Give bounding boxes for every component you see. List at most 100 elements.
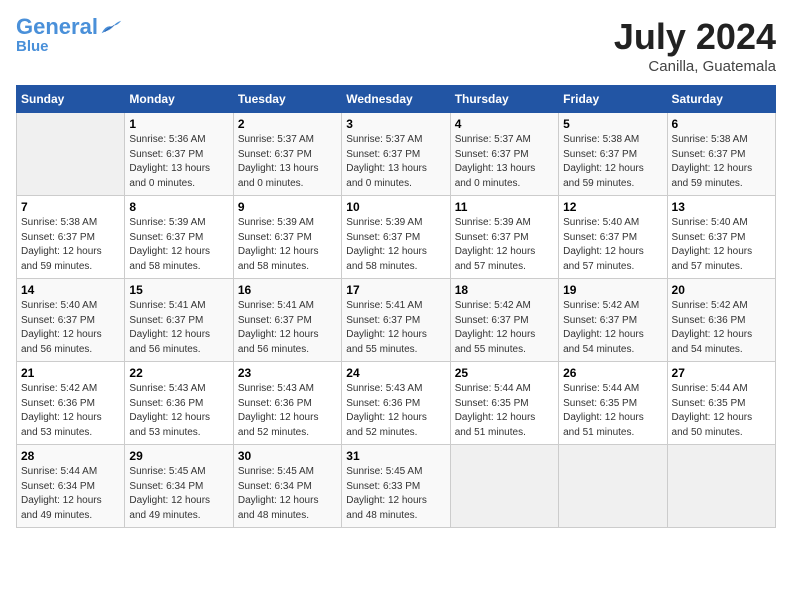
day-info: Sunrise: 5:40 AMSunset: 6:37 PMDaylight:… (672, 216, 771, 274)
calendar-cell: 20Sunrise: 5:42 AMSunset: 6:36 PMDayligh… (667, 279, 775, 362)
calendar-cell: 6 Sunrise: 5:38 AMSunset: 6:37 PMDaylight… (667, 113, 775, 196)
day-number: 22 (129, 366, 228, 380)
location-subtitle: Canilla, Guatemala (614, 58, 776, 75)
page-header: General Blue July 2024 Canilla, Guatemal… (16, 16, 776, 75)
day-info: Sunrise: 5:41 AMSunset: 6:37 PMDaylight:… (129, 299, 228, 357)
day-number: 26 (563, 366, 662, 380)
day-info: Sunrise: 5:44 AMSunset: 6:35 PMDaylight:… (672, 382, 771, 440)
day-info: Sunrise: 5:41 AMSunset: 6:37 PMDaylight:… (238, 299, 337, 357)
day-number: 9 (238, 200, 337, 214)
day-number: 16 (238, 283, 337, 297)
calendar-cell: 28 Sunrise: 5:44 AMSunset: 6:34 PMDayligh… (17, 445, 125, 528)
calendar-cell: 27 Sunrise: 5:44 AMSunset: 6:35 PMDayligh… (667, 362, 775, 445)
calendar-cell: 14Sunrise: 5:40 AMSunset: 6:37 PMDayligh… (17, 279, 125, 362)
day-info: Sunrise: 5:42 AMSunset: 6:36 PMDaylight:… (672, 299, 771, 357)
day-number: 14 (21, 283, 120, 297)
day-number: 8 (129, 200, 228, 214)
title-block: July 2024 Canilla, Guatemala (614, 16, 776, 75)
day-info: Sunrise: 5:42 AMSunset: 6:37 PMDaylight:… (455, 299, 554, 357)
calendar-cell: 26Sunrise: 5:44 AMSunset: 6:35 PMDayligh… (559, 362, 667, 445)
calendar-cell (450, 445, 558, 528)
header-cell-saturday: Saturday (667, 86, 775, 113)
day-info: Sunrise: 5:42 AMSunset: 6:36 PMDaylight:… (21, 382, 120, 440)
day-info: Sunrise: 5:43 AMSunset: 6:36 PMDaylight:… (238, 382, 337, 440)
logo-general: General (16, 16, 98, 38)
calendar-cell: 7Sunrise: 5:38 AMSunset: 6:37 PMDaylight… (17, 196, 125, 279)
calendar-cell: 18 Sunrise: 5:42 AMSunset: 6:37 PMDayligh… (450, 279, 558, 362)
calendar-table: SundayMondayTuesdayWednesdayThursdayFrid… (16, 85, 776, 528)
header-cell-monday: Monday (125, 86, 233, 113)
calendar-cell: 25 Sunrise: 5:44 AMSunset: 6:35 PMDayligh… (450, 362, 558, 445)
calendar-cell: 21 Sunrise: 5:42 AMSunset: 6:36 PMDayligh… (17, 362, 125, 445)
day-number: 28 (21, 449, 120, 463)
calendar-cell: 15 Sunrise: 5:41 AMSunset: 6:37 PMDayligh… (125, 279, 233, 362)
calendar-cell (559, 445, 667, 528)
day-number: 18 (455, 283, 554, 297)
calendar-body: 1 Sunrise: 5:36 AMSunset: 6:37 PMDaylight… (17, 113, 776, 528)
calendar-cell: 31Sunrise: 5:45 AMSunset: 6:33 PMDayligh… (342, 445, 450, 528)
day-number: 3 (346, 117, 445, 131)
calendar-cell: 30Sunrise: 5:45 AMSunset: 6:34 PMDayligh… (233, 445, 341, 528)
calendar-cell: 23 Sunrise: 5:43 AMSunset: 6:36 PMDayligh… (233, 362, 341, 445)
day-number: 1 (129, 117, 228, 131)
day-number: 13 (672, 200, 771, 214)
calendar-cell: 3 Sunrise: 5:37 AMSunset: 6:37 PMDaylight… (342, 113, 450, 196)
month-title: July 2024 (614, 16, 776, 58)
day-info: Sunrise: 5:45 AMSunset: 6:34 PMDaylight:… (238, 465, 337, 523)
calendar-cell (17, 113, 125, 196)
day-info: Sunrise: 5:38 AMSunset: 6:37 PMDaylight:… (563, 133, 662, 191)
calendar-cell: 12 Sunrise: 5:40 AMSunset: 6:37 PMDayligh… (559, 196, 667, 279)
calendar-week-4: 21 Sunrise: 5:42 AMSunset: 6:36 PMDayligh… (17, 362, 776, 445)
day-number: 15 (129, 283, 228, 297)
day-info: Sunrise: 5:43 AMSunset: 6:36 PMDaylight:… (129, 382, 228, 440)
calendar-header: SundayMondayTuesdayWednesdayThursdayFrid… (17, 86, 776, 113)
calendar-week-2: 7Sunrise: 5:38 AMSunset: 6:37 PMDaylight… (17, 196, 776, 279)
logo-general-text: General (16, 14, 98, 39)
calendar-cell: 4 Sunrise: 5:37 AMSunset: 6:37 PMDaylight… (450, 113, 558, 196)
day-number: 4 (455, 117, 554, 131)
day-number: 7 (21, 200, 120, 214)
day-number: 5 (563, 117, 662, 131)
header-cell-thursday: Thursday (450, 86, 558, 113)
day-info: Sunrise: 5:44 AMSunset: 6:34 PMDaylight:… (21, 465, 120, 523)
calendar-cell: 22 Sunrise: 5:43 AMSunset: 6:36 PMDayligh… (125, 362, 233, 445)
day-info: Sunrise: 5:36 AMSunset: 6:37 PMDaylight:… (129, 133, 228, 191)
day-info: Sunrise: 5:39 AMSunset: 6:37 PMDaylight:… (455, 216, 554, 274)
day-info: Sunrise: 5:44 AMSunset: 6:35 PMDaylight:… (455, 382, 554, 440)
day-number: 12 (563, 200, 662, 214)
logo-bird-icon (100, 19, 122, 35)
day-number: 27 (672, 366, 771, 380)
day-number: 29 (129, 449, 228, 463)
calendar-cell: 10 Sunrise: 5:39 AMSunset: 6:37 PMDayligh… (342, 196, 450, 279)
day-info: Sunrise: 5:37 AMSunset: 6:37 PMDaylight:… (346, 133, 445, 191)
day-number: 10 (346, 200, 445, 214)
calendar-cell (667, 445, 775, 528)
day-number: 17 (346, 283, 445, 297)
calendar-cell: 29 Sunrise: 5:45 AMSunset: 6:34 PMDayligh… (125, 445, 233, 528)
day-info: Sunrise: 5:41 AMSunset: 6:37 PMDaylight:… (346, 299, 445, 357)
calendar-cell: 5 Sunrise: 5:38 AMSunset: 6:37 PMDaylight… (559, 113, 667, 196)
calendar-cell: 17 Sunrise: 5:41 AMSunset: 6:37 PMDayligh… (342, 279, 450, 362)
calendar-cell: 11Sunrise: 5:39 AMSunset: 6:37 PMDayligh… (450, 196, 558, 279)
calendar-cell: 2 Sunrise: 5:37 AMSunset: 6:37 PMDaylight… (233, 113, 341, 196)
day-info: Sunrise: 5:37 AMSunset: 6:37 PMDaylight:… (455, 133, 554, 191)
calendar-week-1: 1 Sunrise: 5:36 AMSunset: 6:37 PMDaylight… (17, 113, 776, 196)
header-cell-sunday: Sunday (17, 86, 125, 113)
calendar-cell: 1 Sunrise: 5:36 AMSunset: 6:37 PMDaylight… (125, 113, 233, 196)
logo: General Blue (16, 16, 122, 55)
day-info: Sunrise: 5:39 AMSunset: 6:37 PMDaylight:… (346, 216, 445, 274)
day-info: Sunrise: 5:38 AMSunset: 6:37 PMDaylight:… (672, 133, 771, 191)
day-number: 2 (238, 117, 337, 131)
day-info: Sunrise: 5:40 AMSunset: 6:37 PMDaylight:… (563, 216, 662, 274)
day-number: 21 (21, 366, 120, 380)
calendar-cell: 13 Sunrise: 5:40 AMSunset: 6:37 PMDayligh… (667, 196, 775, 279)
day-number: 6 (672, 117, 771, 131)
day-number: 19 (563, 283, 662, 297)
day-info: Sunrise: 5:37 AMSunset: 6:37 PMDaylight:… (238, 133, 337, 191)
day-info: Sunrise: 5:45 AMSunset: 6:34 PMDaylight:… (129, 465, 228, 523)
day-number: 31 (346, 449, 445, 463)
day-info: Sunrise: 5:43 AMSunset: 6:36 PMDaylight:… (346, 382, 445, 440)
day-number: 23 (238, 366, 337, 380)
day-number: 25 (455, 366, 554, 380)
day-info: Sunrise: 5:39 AMSunset: 6:37 PMDaylight:… (129, 216, 228, 274)
